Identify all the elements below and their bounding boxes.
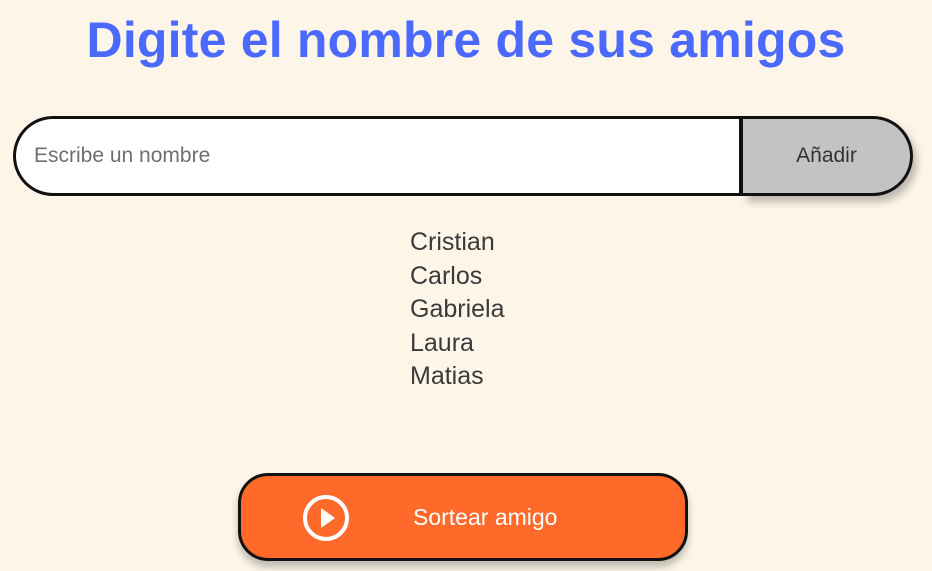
list-item: Matias — [410, 362, 484, 390]
list-item: Carlos — [410, 261, 483, 290]
draw-friend-button[interactable]: Sortear amigo — [238, 473, 688, 561]
play-circle-icon — [303, 495, 349, 541]
add-friend-form: Añadir — [13, 116, 913, 196]
list-item: Laura — [410, 328, 474, 357]
list-item: Cristian — [410, 228, 495, 256]
list-item: Gabriela — [410, 295, 505, 323]
page-title: Digite el nombre de sus amigos — [86, 12, 846, 68]
draw-button-label: Sortear amigo — [413, 504, 558, 530]
name-input[interactable] — [13, 116, 743, 196]
add-button[interactable]: Añadir — [743, 116, 913, 196]
friend-list: Cristian Carlos Gabriela Laura Matias — [410, 226, 505, 394]
